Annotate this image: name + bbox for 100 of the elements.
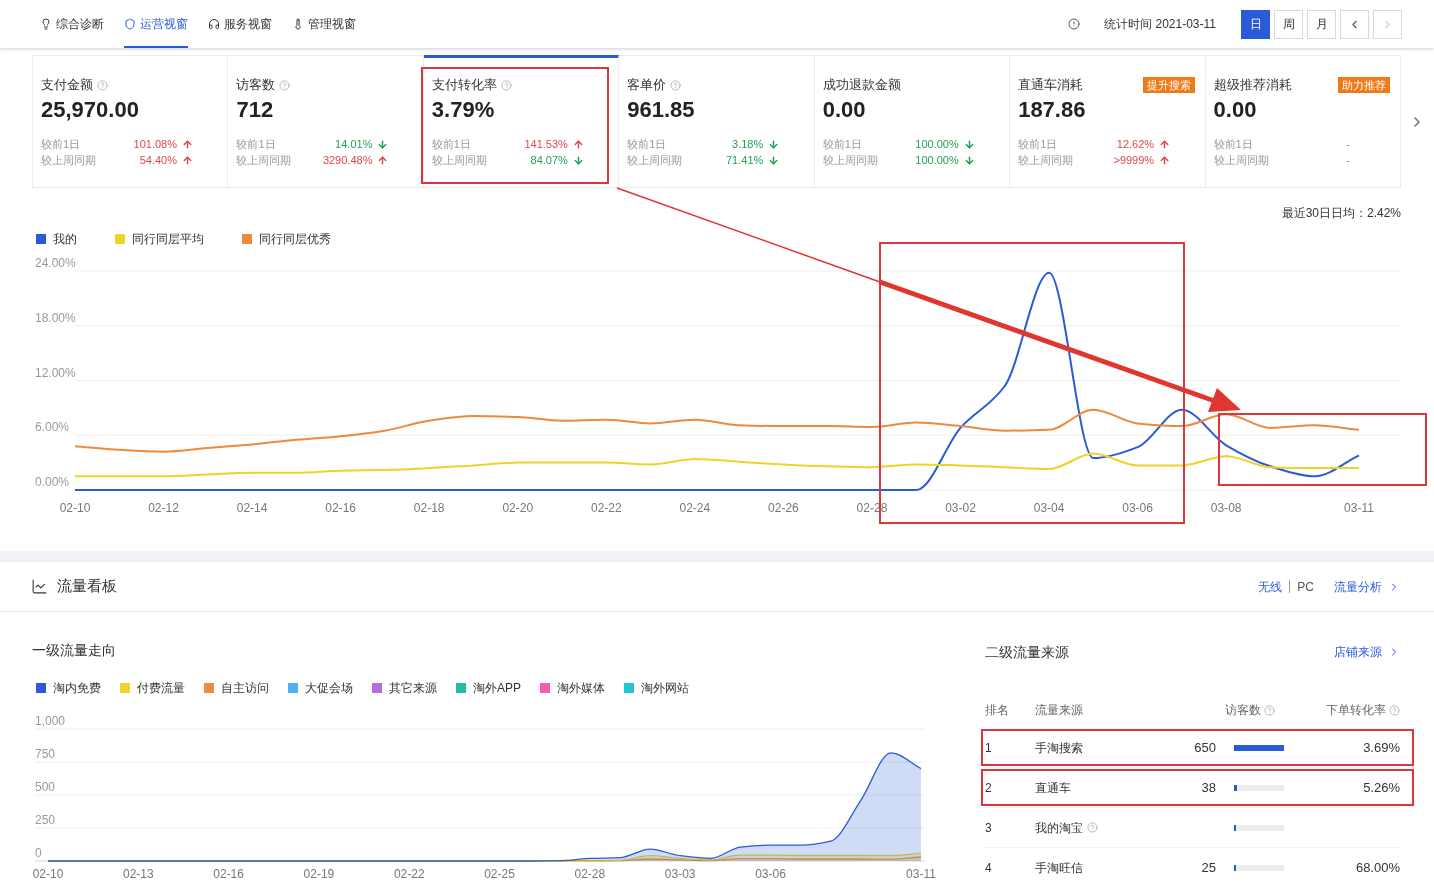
help-icon[interactable]: [500, 79, 512, 91]
axis-label: 6.00%: [35, 420, 70, 435]
legend-label: 大促会场: [305, 680, 353, 697]
metric-card[interactable]: 支付转化率 3.79% 较前1日 141.53% 较上周同期 84.07%: [423, 55, 620, 188]
help-icon[interactable]: [1264, 704, 1275, 716]
axis-label: 03-11: [906, 867, 936, 881]
stat-time: 统计时间 2021-03-11: [1104, 16, 1216, 33]
axis-label: 500: [35, 780, 56, 794]
daily-average-text: 最近30日日均：2.42%: [1281, 205, 1401, 221]
axis-label: 03-08: [1210, 501, 1242, 515]
comparison-value: >9999%: [1113, 152, 1155, 168]
help-icon[interactable]: [1087, 822, 1098, 833]
view-tab[interactable]: 服务视窗: [208, 0, 272, 48]
metric-value: 3.79%: [431, 96, 495, 124]
metric-title: 支付金额: [41, 76, 93, 95]
comparison-value: 14.01%: [335, 136, 373, 152]
help-icon[interactable]: [97, 79, 108, 91]
comparison-value: -: [1345, 136, 1350, 152]
axis-label: 02-16: [213, 867, 244, 881]
metric-title: 超级推荐消耗: [1213, 76, 1292, 95]
comparison-value: 141.53%: [524, 136, 568, 152]
axis-label: 02-24: [679, 501, 711, 515]
traffic-analysis-link[interactable]: 流量分析: [1334, 577, 1400, 596]
legend-label: 自主访问: [221, 680, 269, 697]
comparison-value: 71.41%: [725, 152, 764, 168]
device-toggle[interactable]: 无线: [1258, 577, 1283, 596]
comparison-value: 84.07%: [530, 152, 568, 168]
view-tab[interactable]: 管理视窗: [292, 0, 356, 48]
panel-title: 流量看板: [57, 576, 117, 597]
device-toggle[interactable]: PC: [1297, 577, 1314, 596]
comparison-value: -: [1345, 152, 1350, 168]
view-tab[interactable]: 运营视窗: [124, 0, 188, 48]
axis-label: 02-16: [325, 501, 356, 515]
visitors-cell-text: 38: [1201, 778, 1216, 797]
comparison-label: 较前1日: [1213, 136, 1254, 152]
axis-label: 0: [35, 846, 42, 860]
axis-label: 02-20: [502, 501, 534, 515]
source-cell-text: 手淘搜索: [1035, 739, 1083, 757]
axis-label: 12.00%: [35, 365, 76, 380]
metric-title: 直通车消耗: [1018, 76, 1084, 95]
comparison-label: 较前1日: [41, 136, 82, 152]
metric-title: 访客数: [236, 76, 276, 95]
axis-label: 02-28: [574, 867, 606, 881]
metric-value: 0.00: [1213, 96, 1257, 124]
shop-source-link[interactable]: 店铺来源: [1334, 643, 1400, 661]
metric-title: 成功退款金额: [822, 76, 901, 95]
help-icon[interactable]: [1389, 704, 1400, 716]
comparison-value: 100.00%: [915, 152, 959, 168]
axis-label: 250: [35, 813, 56, 827]
shield-icon: [124, 18, 136, 30]
axis-label: 02-22: [393, 867, 425, 881]
axis-label: 03-06: [755, 867, 786, 881]
axis-label: 02-13: [122, 867, 154, 881]
metric-value: 25,970.00: [41, 96, 139, 124]
legend-label: 淘外媒体: [557, 680, 605, 697]
metric-card[interactable]: 支付金额 25,970.00 较前1日 101.08% 较上周同期 54.40%: [33, 55, 229, 188]
help-icon[interactable]: [279, 79, 291, 91]
view-tab[interactable]: 综合诊断: [40, 0, 104, 48]
metric-value: 0.00: [822, 96, 866, 124]
metric-card[interactable]: 访客数 712 较前1日 14.01% 较上周同期 3290.48%: [228, 55, 424, 188]
axis-label: 0.00%: [35, 475, 70, 489]
period-button[interactable]: 日: [1241, 9, 1270, 39]
comparison-label: 较前1日: [1018, 136, 1059, 152]
comparison-value: 3290.48%: [322, 152, 373, 168]
axis-label: 03-03: [664, 867, 696, 881]
column-header: 访客数: [1225, 702, 1261, 719]
legend-label: 其它来源: [389, 680, 437, 697]
comparison-label: 较上周同期: [1018, 152, 1075, 168]
bulb-icon: [40, 18, 52, 30]
previous-button[interactable]: [1340, 9, 1369, 39]
line-chart-icon: [31, 578, 48, 595]
comparison-value: 54.40%: [139, 152, 177, 168]
legend-label: 付费流量: [137, 680, 185, 697]
comparison-label: 较前1日: [431, 136, 472, 152]
column-header: 下单转化率: [1326, 702, 1386, 719]
metric-card[interactable]: 超级推荐消耗 助力推荐 0.00 较前1日 - 较上周同期 -: [1205, 55, 1401, 188]
visitors-cell-text: 25: [1201, 858, 1216, 877]
comparison-label: 较上周同期: [627, 152, 684, 168]
source-cell-text: 手淘旺信: [1035, 859, 1083, 877]
metric-card[interactable]: 直通车消耗 提升搜索 187.86 较前1日 12.62% 较上周同期 >9999%: [1010, 55, 1206, 188]
metric-title: 客单价: [627, 76, 667, 95]
comparison-label: 较上周同期: [431, 152, 488, 168]
source-cell-text: 我的淘宝: [1035, 819, 1083, 837]
legend-label: 同行同层平均: [132, 231, 204, 248]
rate-cell-text: 3.69%: [1363, 738, 1400, 757]
axis-label: 02-18: [413, 501, 445, 515]
rank-cell-text: 3: [985, 819, 992, 837]
metric-card[interactable]: 成功退款金额 0.00 较前1日 100.00% 较上周同期 100.00%: [814, 55, 1011, 188]
help-icon[interactable]: [670, 79, 682, 91]
rate-cell-text: 68.00%: [1355, 858, 1400, 877]
metric-card[interactable]: 客单价 961.85 较前1日 3.18% 较上周同期 71.41%: [619, 55, 815, 188]
comparison-label: 较上周同期: [236, 152, 293, 168]
axis-label: 03-02: [945, 501, 976, 515]
period-button[interactable]: 周: [1274, 9, 1303, 39]
axis-label: 02-19: [303, 867, 335, 881]
comparison-label: 较前1日: [236, 136, 277, 152]
period-button[interactable]: 月: [1307, 9, 1336, 39]
column-header: 排名: [985, 702, 1009, 719]
section-title: 一级流量走向: [32, 641, 116, 660]
legend-label: 同行同层优秀: [259, 231, 331, 248]
